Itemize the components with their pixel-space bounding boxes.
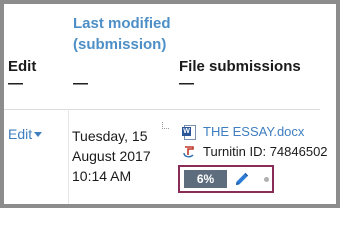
sort-indicator-edit[interactable]: — <box>8 76 23 91</box>
file-submission-item: W THE ESSAY.docx <box>182 124 304 140</box>
dot-icon[interactable] <box>264 177 269 182</box>
sort-indicator-last-modified[interactable]: — <box>73 76 88 91</box>
turnitin-icon <box>183 145 194 157</box>
edit-menu-link[interactable]: Edit <box>8 126 43 142</box>
turnitin-id-row: Turnitin ID: 74846502 <box>182 144 328 159</box>
column-divider <box>68 109 69 204</box>
sort-indicator-file-submissions[interactable]: — <box>179 76 194 91</box>
edit-link-label: Edit <box>8 126 33 142</box>
column-header-edit: Edit <box>8 58 37 75</box>
file-link[interactable]: THE ESSAY.docx <box>203 124 304 139</box>
caret-down-icon <box>34 132 43 137</box>
turnitin-id-text: Turnitin ID: 74846502 <box>203 144 328 159</box>
column-header-file-submissions: File submissions <box>179 58 301 75</box>
pencil-icon[interactable] <box>233 171 250 188</box>
header-divider <box>4 109 320 110</box>
word-doc-icon: W <box>182 124 196 140</box>
last-modified-date: Tuesday, 15 August 2017 10:14 AM <box>72 128 151 184</box>
originality-score-box: 6% <box>178 165 274 193</box>
tree-connector <box>162 122 169 129</box>
submissions-table: Edit — Last modified (submission) — File… <box>0 0 340 208</box>
column-header-last-modified[interactable]: Last modified (submission) <box>73 13 183 55</box>
similarity-score-badge[interactable]: 6% <box>184 170 227 188</box>
